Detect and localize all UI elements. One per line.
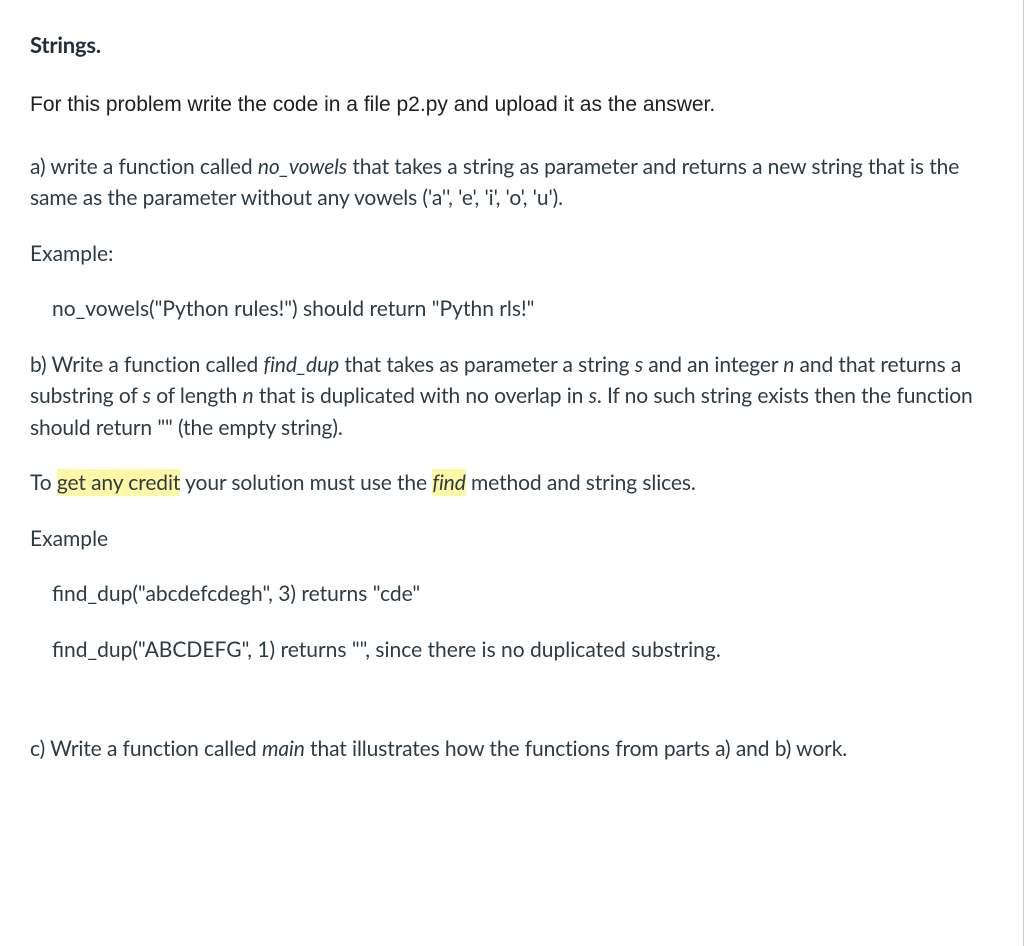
part-b: b) Write a function called find_dup that… xyxy=(30,349,993,444)
part-b-mid1: that takes as parameter a string xyxy=(339,352,635,377)
example-a: no_vowels("Python rules!") should return… xyxy=(30,293,993,325)
func-no-vowels: no_vowels xyxy=(258,154,347,179)
part-c-prefix: c) Write a function called xyxy=(30,736,262,761)
highlight-find: find xyxy=(432,469,465,496)
example-label-a: Example: xyxy=(30,238,993,270)
var-s2: s xyxy=(143,383,151,408)
var-n2: n xyxy=(243,383,254,408)
part-a-prefix: a) write a function called xyxy=(30,154,258,179)
credit-mid: your solution must use the xyxy=(180,470,432,495)
part-b-prefix: b) Write a function called xyxy=(30,352,263,377)
part-c-suffix: that illustrates how the functions from … xyxy=(305,736,847,761)
example-b1: find_dup("abcdefcdegh", 3) returns "cde" xyxy=(30,578,993,610)
highlight-get-credit: get any credit xyxy=(57,469,181,496)
example-b2: find_dup("ABCDEFG", 1) returns "", since… xyxy=(30,634,993,666)
var-n: n xyxy=(783,352,794,377)
part-b-mid5: that is duplicated with no overlap in xyxy=(254,383,589,408)
var-s3: s xyxy=(589,383,597,408)
func-find-dup: find_dup xyxy=(263,352,339,377)
part-b-mid4: of length xyxy=(151,383,243,408)
heading-strings: Strings. xyxy=(30,28,993,61)
func-main: main xyxy=(262,736,305,761)
credit-suffix: method and string slices. xyxy=(466,470,696,495)
credit-prefix: To xyxy=(30,470,57,495)
credit-note: To get any credit your solution must use… xyxy=(30,467,993,499)
part-b-mid2: and an integer xyxy=(643,352,783,377)
var-s: s xyxy=(635,352,643,377)
example-label-b: Example xyxy=(30,523,993,555)
part-a: a) write a function called no_vowels tha… xyxy=(30,151,993,214)
part-c: c) Write a function called main that ill… xyxy=(30,733,993,765)
instruction-text: For this problem write the code in a fil… xyxy=(30,89,993,121)
